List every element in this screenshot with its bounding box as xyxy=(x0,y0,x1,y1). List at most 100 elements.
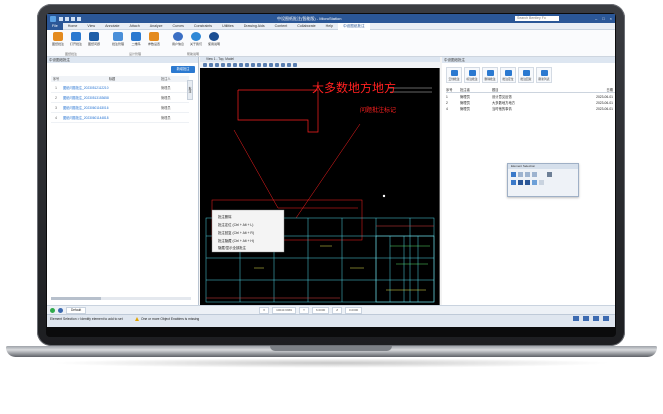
mode-clear-icon[interactable] xyxy=(539,180,544,185)
cad-viewport[interactable]: View 1 - Top, Model 大多数地方地方 问题批注标记 批注删除 … xyxy=(200,57,440,305)
mode-new-icon[interactable] xyxy=(511,180,516,185)
table-row[interactable]: 4 图纸问题批注_20230601144818 管理员 xyxy=(51,113,189,123)
ribbon-btn-about[interactable]: 关于我们 xyxy=(187,32,205,51)
tab-curves[interactable]: Curves xyxy=(168,23,189,30)
view-tool-icon[interactable] xyxy=(203,63,207,67)
ribbon-btn-annotation-manage[interactable]: 批注管理 xyxy=(109,32,127,51)
view-tool-icon[interactable] xyxy=(293,63,297,67)
laptop-notch xyxy=(270,346,392,351)
tab-utilities[interactable]: Utilities xyxy=(217,23,239,30)
table-row[interactable]: 3 图纸问题批注_20230601163016 管理员 xyxy=(51,103,189,113)
view-tool-icon[interactable] xyxy=(215,63,219,67)
tab-help[interactable]: Help xyxy=(321,23,338,30)
maximize-icon[interactable]: □ xyxy=(602,16,604,21)
y-coordinate[interactable]: 6.0000 xyxy=(312,306,330,314)
mode-subtract-icon[interactable] xyxy=(525,180,530,185)
cloud-annotation-button[interactable]: 云线批注 xyxy=(446,67,462,83)
tab-drawing-aids[interactable]: Drawing Aids xyxy=(239,23,270,30)
message-icon[interactable] xyxy=(603,316,609,321)
menu-item-reply[interactable]: 批注回复 (Ctrl + Alt + R) xyxy=(218,230,254,235)
view-tool-icon[interactable] xyxy=(239,63,243,67)
minimize-icon[interactable]: – xyxy=(595,16,597,21)
view-tool-icon[interactable] xyxy=(233,63,237,67)
drawing-canvas[interactable]: 大多数地方地方 问题批注标记 批注删除 批注定位 (Ctrl + Alt + L… xyxy=(200,68,440,305)
view-tool-icon[interactable] xyxy=(275,63,279,67)
annotation-link[interactable]: 图纸问题批注_20230601163016 xyxy=(61,105,161,110)
annotation-rows: 1 管理员 设计意见反馈 2023-06-01 2 管理员 大多数地方地方 20… xyxy=(446,94,615,112)
delete-annotation-button[interactable]: 删除批注 xyxy=(482,67,498,83)
model-selector[interactable]: Default xyxy=(66,306,87,314)
view-attrib-icon[interactable] xyxy=(58,307,63,313)
menu-item-delete[interactable]: 批注删除 xyxy=(218,214,232,219)
view-tool-icon[interactable] xyxy=(287,63,291,67)
mode-add-icon[interactable] xyxy=(518,180,523,185)
tab-collaborate[interactable]: Collaborate xyxy=(292,23,320,30)
scroll-thumb[interactable] xyxy=(51,297,101,300)
element-selection-toolbar[interactable]: Element Selection xyxy=(507,163,579,197)
tab-home[interactable]: Home xyxy=(63,23,83,30)
reply-annotation-button[interactable]: 批注回复 xyxy=(518,67,534,83)
close-icon[interactable]: × xyxy=(610,16,612,21)
redo-icon[interactable] xyxy=(77,16,81,21)
ribbon-btn-qrcode[interactable]: 二维码 xyxy=(127,32,145,51)
horizontal-scrollbar[interactable] xyxy=(51,297,191,300)
view-tool-icon[interactable] xyxy=(263,63,267,67)
laptop-shadow xyxy=(50,358,613,368)
accudraw-icon[interactable] xyxy=(50,307,55,313)
menu-item-locate[interactable]: 批注定位 (Ctrl + Alt + L) xyxy=(218,222,253,227)
col-user: 批注人 xyxy=(161,77,171,81)
snap-icon[interactable] xyxy=(583,316,589,321)
view-tool-icon[interactable] xyxy=(269,63,273,67)
save-icon[interactable] xyxy=(65,16,69,21)
menu-item-hide[interactable]: 批注隐藏 (Ctrl + Alt + H) xyxy=(218,238,254,243)
view-tool-icon[interactable] xyxy=(221,63,225,67)
view-tool-icon[interactable] xyxy=(251,63,255,67)
select-shape-icon[interactable] xyxy=(532,172,537,177)
select-shape-icon[interactable] xyxy=(525,172,530,177)
ribbon-btn-user-info[interactable]: 用户信息 xyxy=(169,32,187,51)
search-input[interactable]: Search Bentley Fo xyxy=(515,16,559,21)
add-annotation-button[interactable]: 新增批注 xyxy=(171,66,195,73)
undo-icon[interactable] xyxy=(71,16,75,21)
tab-view[interactable]: View xyxy=(82,23,100,30)
leader-line xyxy=(233,129,279,209)
select-arrow-icon[interactable] xyxy=(511,172,516,177)
menu-item-toggle-all[interactable]: 隐藏/显示全部批注 xyxy=(218,245,247,250)
tab-annotate[interactable]: Annotate xyxy=(100,23,124,30)
ribbon-btn-drawing-issues[interactable]: 图纸问题 xyxy=(85,32,103,51)
view-tool-icon[interactable] xyxy=(281,63,285,67)
tab-file[interactable]: File xyxy=(47,22,63,30)
annotation-link[interactable]: 图纸问题批注_20230513153658 xyxy=(61,95,161,100)
ribbon-btn-drawing-annotation[interactable]: 图纸批注 xyxy=(49,32,67,51)
select-shape-icon[interactable] xyxy=(518,172,523,177)
tab-content[interactable]: Content xyxy=(270,23,293,30)
locate-annotation-button[interactable]: 批注定位 xyxy=(500,67,516,83)
tab-analyze[interactable]: Analyze xyxy=(145,23,168,30)
quick-access-toolbar xyxy=(59,16,81,21)
annotation-link[interactable]: 图纸问题批注_20230601144818 xyxy=(61,115,161,120)
view-tool-icon[interactable] xyxy=(257,63,261,67)
new-file-icon[interactable] xyxy=(59,16,63,21)
tab-annotation-plugin[interactable]: 中设图纸批注 xyxy=(338,22,370,30)
z-coordinate[interactable]: 0.0000 xyxy=(345,306,363,314)
tab-constraints[interactable]: Constraints xyxy=(189,23,217,30)
table-row[interactable]: 4 管理员 当时他的事情 2023-06-01 xyxy=(446,106,615,112)
select-all-icon[interactable] xyxy=(547,172,552,177)
lock-icon[interactable] xyxy=(573,316,579,321)
ribbon-btn-open-annotation[interactable]: 打开批注 xyxy=(67,32,85,51)
level-icon[interactable] xyxy=(593,316,599,321)
dimension-annotation-button[interactable]: 标注批注 xyxy=(464,67,480,83)
tab-attach[interactable]: Attach xyxy=(125,23,145,30)
view-tool-icon[interactable] xyxy=(245,63,249,67)
ribbon-btn-help[interactable]: 使用说明 xyxy=(205,32,223,51)
refresh-list-button[interactable]: 刷新列表 xyxy=(536,67,552,83)
table-row[interactable]: 1 图纸问题批注_20230512112210 管理员 xyxy=(51,83,189,93)
x-coordinate[interactable]: 10043.6969 xyxy=(272,306,296,314)
annotation-link[interactable]: 图纸问题批注_20230512112210 xyxy=(61,85,161,90)
view-tool-icon[interactable] xyxy=(227,63,231,67)
ribbon-btn-settings[interactable]: 参数设置 xyxy=(145,32,163,51)
view-tool-icon[interactable] xyxy=(209,63,213,67)
mode-invert-icon[interactable] xyxy=(532,180,537,185)
side-tab-annotations[interactable]: 批注 xyxy=(187,80,193,100)
table-row[interactable]: 2 图纸问题批注_20230513153658 管理员 xyxy=(51,93,189,103)
